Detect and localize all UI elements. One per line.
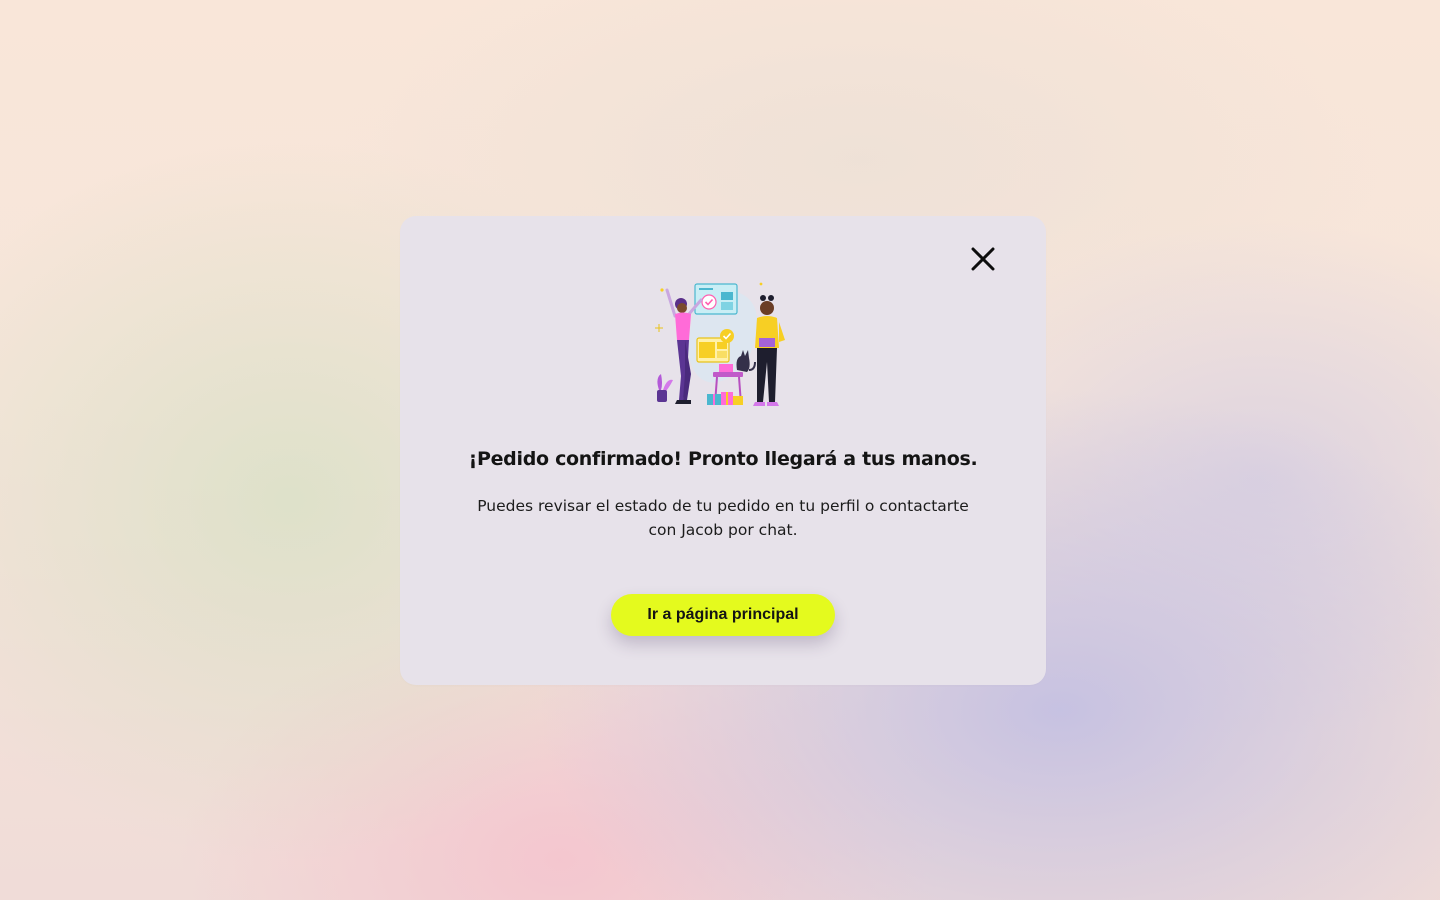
close-button[interactable]: [966, 242, 1000, 276]
close-icon: [971, 247, 995, 271]
modal-title: ¡Pedido confirmado! Pronto llegará a tus…: [468, 448, 978, 470]
modal-description: Puedes revisar el estado de tu pedido en…: [477, 497, 969, 539]
order-confirmed-illustration: [655, 282, 785, 406]
go-home-button[interactable]: Ir a página principal: [611, 594, 835, 636]
order-confirmation-modal: ¡Pedido confirmado! Pronto llegará a tus…: [400, 216, 1046, 685]
